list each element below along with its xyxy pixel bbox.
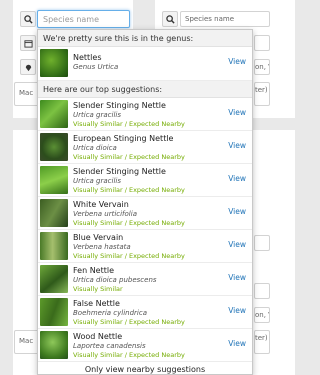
list-item[interactable]: White Vervain Verbena urticifolia Visual… [38,197,252,230]
suggestion-name: Slender Stinging Nettle [73,101,166,110]
species-photo [40,100,68,128]
view-link[interactable]: View [228,273,246,282]
suggestion-scientific-name: Verbena urticifolia [73,210,137,218]
description-field-4[interactable]: ter) [254,330,270,354]
suggestion-scientific-name: Urtica dioica [73,144,117,152]
suggestion-scientific-name: Urtica gracilis [73,111,121,119]
suggestion-name: Fen Nettle [73,266,115,275]
species-search-input[interactable]: Species name [37,10,130,28]
view-link[interactable]: View [228,240,246,249]
date-field-4[interactable] [254,283,270,299]
search-icon [24,15,33,24]
suggestion-tag: Visually Similar / Expected Nearby [73,219,185,227]
description-text-3: Mac [19,337,34,345]
search-button[interactable] [20,11,36,27]
view-link[interactable]: View [228,306,246,315]
location-field-4[interactable]: on, V [254,307,270,323]
suggestion-tag: Visually Similar / Expected Nearby [73,153,185,161]
suggestion-name: White Vervain [73,200,129,209]
nearby-only-link[interactable]: Only view nearby suggestions [38,362,252,374]
suggestion-tag: Visually Similar / Expected Nearby [73,351,185,359]
suggestion-scientific-name: Boehmeria cylindrica [73,309,148,317]
species-photo [40,49,68,77]
location-field-2[interactable]: on, V [254,59,270,75]
search-placeholder-2: Species name [185,15,235,23]
view-link[interactable]: View [228,207,246,216]
description-text-2: ter) [255,86,268,94]
date-field-2[interactable] [254,35,270,51]
view-link[interactable]: View [228,108,246,117]
suggestion-scientific-name: Laportea canadensis [73,342,146,350]
suggestion-tag: Visually Similar [73,285,123,293]
suggestion-name: Blue Vervain [73,233,124,242]
suggestion-tag: Visually Similar / Expected Nearby [73,186,185,194]
suggestion-name: European Stinging Nettle [73,134,174,143]
suggestion-tag: Visually Similar / Expected Nearby [73,120,185,128]
list-item[interactable]: Wood Nettle Laportea canadensis Visually… [38,329,252,362]
suggestion-name: False Nettle [73,299,120,308]
list-item[interactable]: Fen Nettle Urtica dioica pubescens Visua… [38,263,252,296]
suggestion-name: Nettles [73,53,102,62]
species-photo [40,331,68,359]
species-photo [40,232,68,260]
location-text: on, V [255,63,269,71]
species-photo [40,133,68,161]
genus-suggestion[interactable]: Nettles Genus Urtica View [38,47,252,81]
view-link[interactable]: View [228,174,246,183]
species-photo [40,199,68,227]
description-text: Mac [19,89,34,97]
location-text-2: on, V [255,311,269,319]
species-field-4[interactable] [254,235,270,251]
view-link[interactable]: View [228,339,246,348]
suggestion-scientific-name: Verbena hastata [73,243,131,251]
list-item[interactable]: Slender Stinging Nettle Urtica gracilis … [38,98,252,131]
suggestion-name: Wood Nettle [73,332,123,341]
species-photo [40,298,68,326]
suggestion-name: Slender Stinging Nettle [73,167,166,176]
list-item[interactable]: Blue Vervain Verbena hastata Visually Si… [38,230,252,263]
suggestions-section-header: Here are our top suggestions: [38,81,252,98]
list-item[interactable]: Slender Stinging Nettle Urtica gracilis … [38,164,252,197]
suggestion-scientific-name: Urtica gracilis [73,177,121,185]
species-suggestion-dropdown: We're pretty sure this is in the genus: … [37,29,253,375]
suggestion-scientific-name: Urtica dioica pubescens [73,276,157,284]
suggestion-tag: Visually Similar / Expected Nearby [73,318,185,326]
species-photo [40,166,68,194]
list-item[interactable]: False Nettle Boehmeria cylindrica Visual… [38,296,252,329]
view-link[interactable]: View [228,141,246,150]
description-field-2[interactable]: ter) [254,82,270,106]
suggestion-scientific-name: Genus Urtica [73,63,119,71]
date-button[interactable] [20,35,36,51]
description-text-4: ter) [255,334,268,342]
suggestion-tag: Visually Similar / Expected Nearby [73,252,185,260]
map-marker-icon [25,64,32,72]
genus-section-header: We're pretty sure this is in the genus: [38,30,252,47]
search-placeholder: Species name [43,15,100,24]
search-button-2[interactable] [162,11,178,27]
species-search-input-2[interactable]: Species name [180,11,270,27]
calendar-icon [24,40,33,48]
list-item[interactable]: European Stinging Nettle Urtica dioica V… [38,131,252,164]
search-icon [166,15,175,24]
view-link[interactable]: View [228,57,246,66]
location-button[interactable] [20,59,36,75]
species-photo [40,265,68,293]
